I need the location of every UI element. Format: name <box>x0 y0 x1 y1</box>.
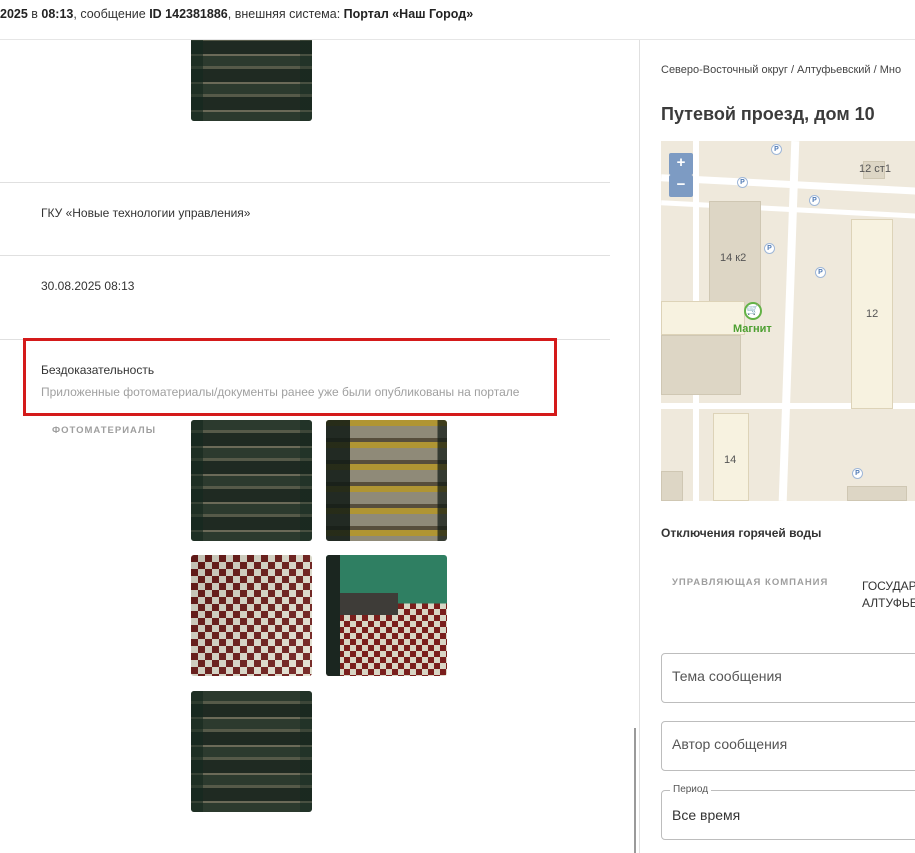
message-header-text: 2025 в 08:13, сообщение ID 142381886, вн… <box>0 7 473 21</box>
photo-thumbnail[interactable] <box>326 420 447 541</box>
map-poi-label: Магнит <box>733 323 772 335</box>
header-msg-text: , сообщение <box>73 7 150 21</box>
zoom-in-button[interactable]: + <box>669 153 693 175</box>
period-label: Период <box>670 784 712 795</box>
parking-icon: P <box>764 243 775 254</box>
period-value: Все время <box>672 807 741 823</box>
map-building <box>661 471 683 501</box>
map-building <box>847 486 907 501</box>
company-line: АЛТУФЬЕ <box>862 596 915 610</box>
photo-thumbnail[interactable] <box>191 555 312 676</box>
address-title: Путевой проезд, дом 10 <box>661 104 875 124</box>
breadcrumb[interactable]: Северо-Восточный округ / Алтуфьевский / … <box>661 64 901 76</box>
photos-label: ФОТОМАТЕРИАЛЫ <box>52 425 157 436</box>
parking-icon: P <box>737 177 748 188</box>
map[interactable]: 12 ст1 14 к2 12 14 P P P P P P + − 🛒 Маг… <box>661 141 915 501</box>
divider <box>0 255 610 256</box>
parking-icon: P <box>852 468 863 479</box>
photo-thumbnail-top[interactable] <box>191 40 312 121</box>
photo-thumbnail[interactable] <box>191 420 312 541</box>
management-company-label: УПРАВЛЯЮЩАЯ КОМПАНИЯ <box>672 577 829 588</box>
zoom-out-button[interactable]: − <box>669 175 693 197</box>
highlight-box <box>23 338 557 416</box>
parking-icon: P <box>815 267 826 278</box>
parking-icon: P <box>809 195 820 206</box>
organization-name: ГКУ «Новые технологии управления» <box>41 206 251 220</box>
topic-input[interactable] <box>672 668 912 684</box>
management-company-value: ГОСУДАР АЛТУФЬЕ <box>862 578 915 612</box>
scrollbar-thumb[interactable] <box>634 728 636 853</box>
header-in: в <box>27 7 42 21</box>
message-datetime: 30.08.2025 08:13 <box>41 279 135 293</box>
period-select[interactable]: Период Все время <box>661 784 915 840</box>
map-label: 12 ст1 <box>859 163 891 175</box>
map-label: 14 <box>724 454 737 466</box>
shopping-cart-icon[interactable]: 🛒 <box>744 302 762 320</box>
divider <box>0 182 610 183</box>
map-label: 12 <box>866 308 879 320</box>
header-time: 08:13 <box>41 7 74 21</box>
hot-water-section-title: Отключения горячей воды <box>661 526 822 540</box>
map-road <box>778 141 800 501</box>
location-panel: Северо-Восточный округ / Алтуфьевский / … <box>640 40 915 853</box>
parking-icon: P <box>771 144 782 155</box>
message-header-bar: 2025 в 08:13, сообщение ID 142381886, вн… <box>0 0 915 40</box>
author-input[interactable] <box>672 736 912 752</box>
header-date: 2025 <box>0 7 28 21</box>
company-line: ГОСУДАР <box>862 579 915 593</box>
header-ext-system: Портал «Наш Город» <box>343 7 474 21</box>
topic-field[interactable] <box>661 653 915 703</box>
header-ext-text: , внешняя система: <box>227 7 344 21</box>
author-field[interactable] <box>661 721 915 771</box>
map-label: 14 к2 <box>720 252 747 264</box>
map-building <box>661 335 741 395</box>
header-msg-id: ID 142381886 <box>149 7 228 21</box>
photo-thumbnail[interactable] <box>191 691 312 812</box>
photo-thumbnail[interactable] <box>326 555 447 676</box>
message-details-panel: ГКУ «Новые технологии управления» 30.08.… <box>0 40 639 853</box>
